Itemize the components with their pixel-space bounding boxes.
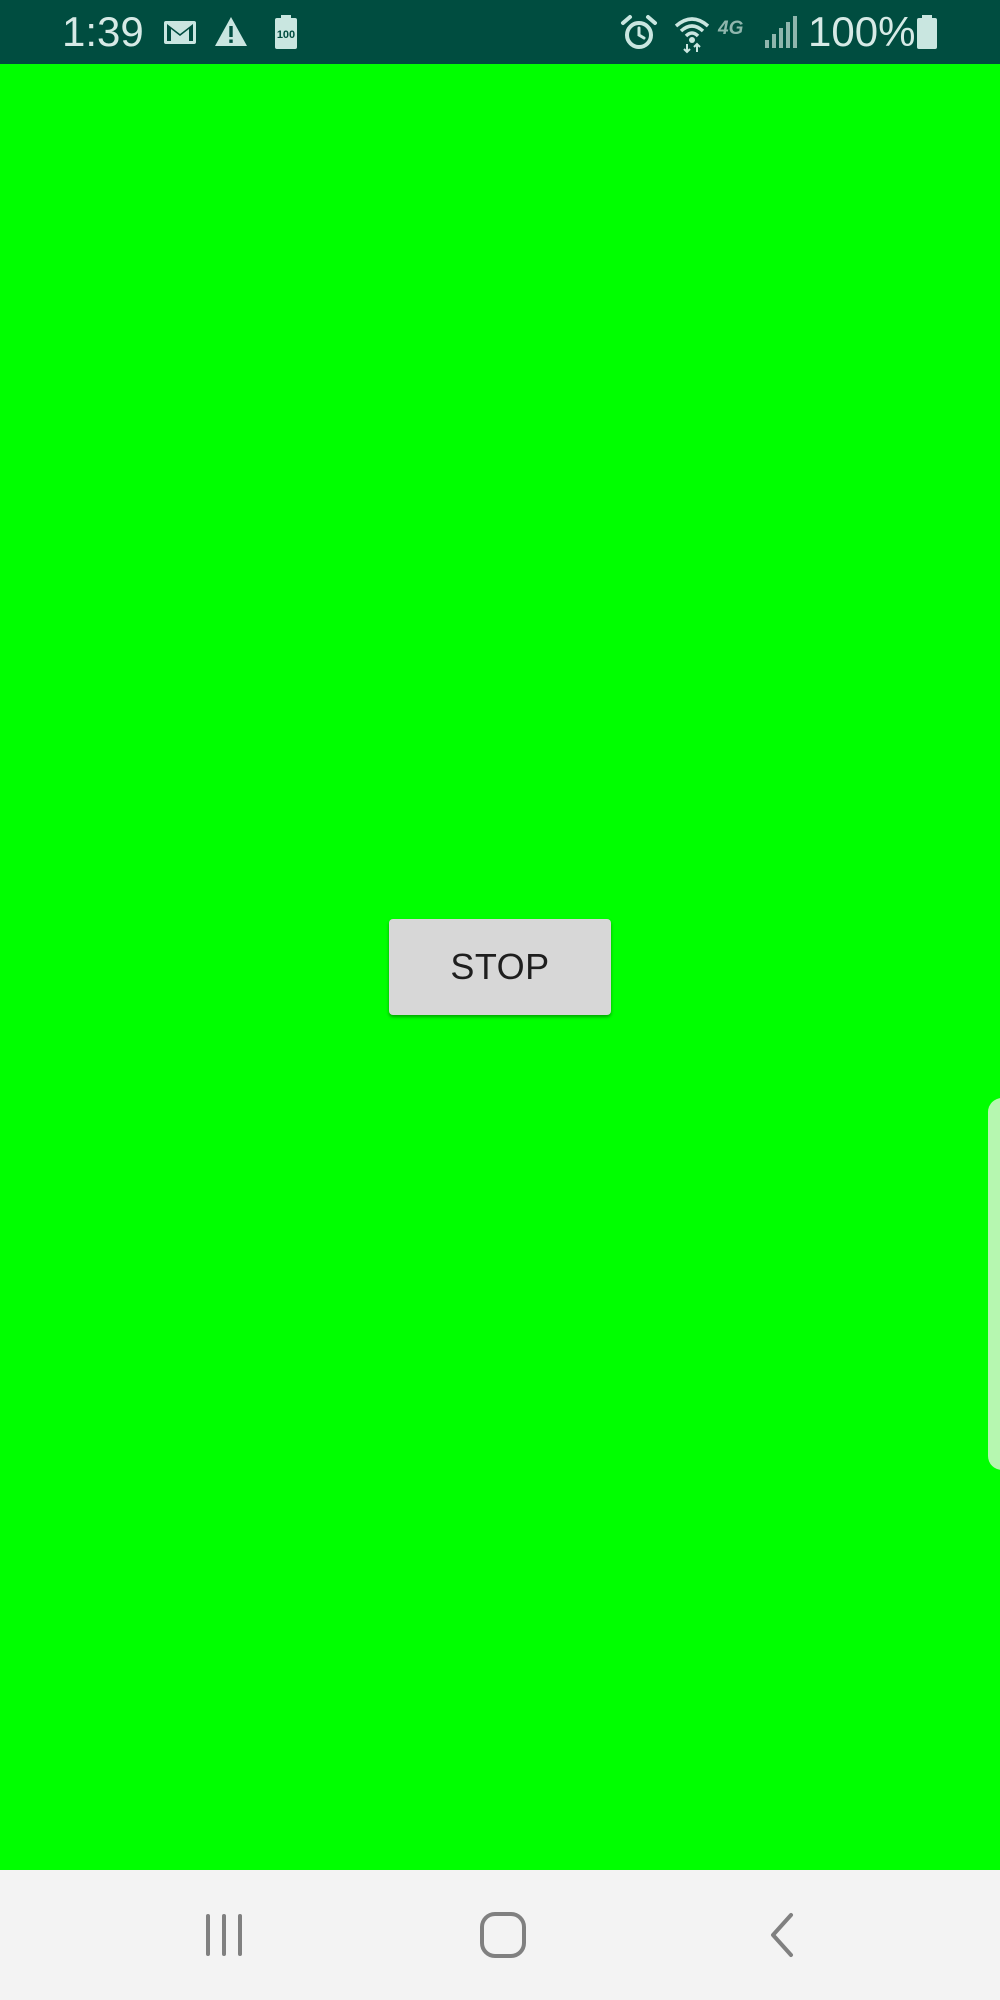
wifi-icon [672,14,710,54]
gmail-icon [162,14,198,50]
status-time: 1:39 [62,8,144,55]
status-bar: 1:39 100 4G 100% [0,0,1000,64]
svg-text:4G: 4G [717,18,744,39]
home-button[interactable] [443,1890,563,1980]
edge-panel-handle[interactable] [988,1098,1000,1470]
alarm-icon [620,14,657,50]
signal-icon [762,14,798,50]
battery-icon [914,14,940,50]
stop-button[interactable]: STOP [389,919,611,1015]
back-icon [771,1913,793,1957]
battery-percent: 100% [808,8,916,55]
recent-apps-button[interactable] [164,1890,284,1980]
recent-apps-icon [206,1914,242,1956]
warning-icon [213,14,249,50]
battery-saver-icon: 100 [268,14,304,50]
svg-text:100: 100 [277,29,295,41]
back-button[interactable] [723,1890,843,1980]
screen: 1:39 100 4G 100% STOP [0,0,1000,2000]
navigation-bar [0,1870,1000,2000]
lte-icon: 4G [716,14,760,50]
home-icon [480,1912,526,1958]
